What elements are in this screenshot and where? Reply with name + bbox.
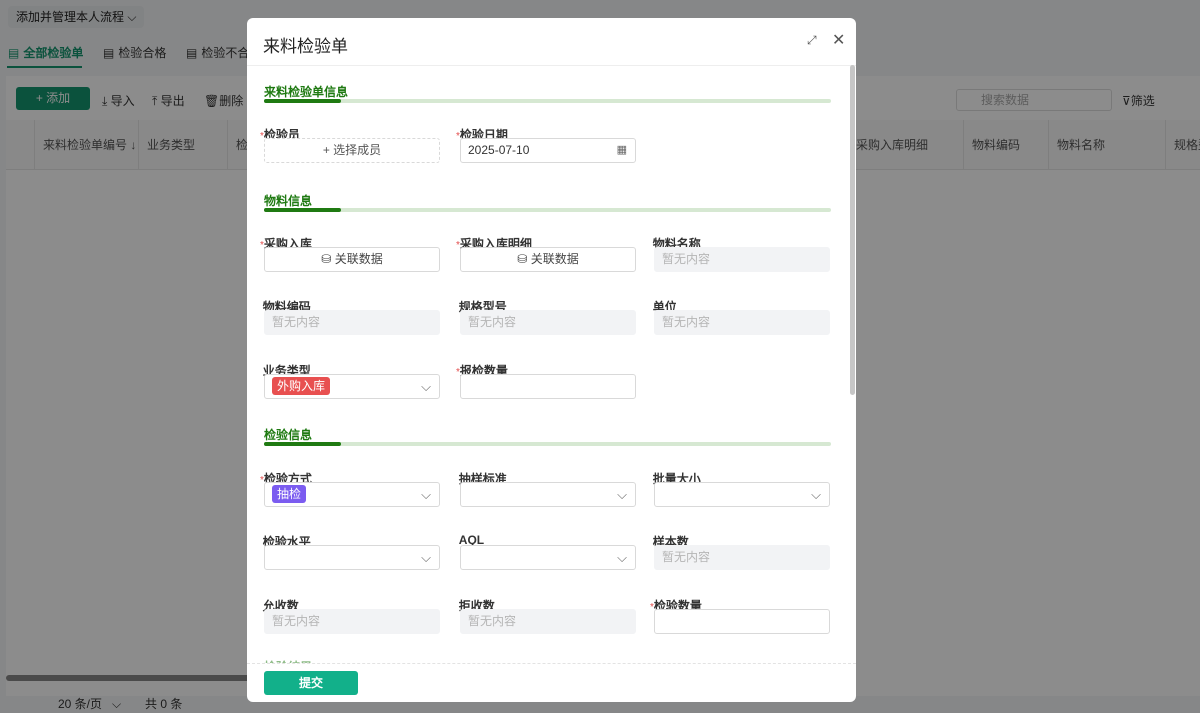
inspect-qty-field[interactable] xyxy=(654,609,830,634)
chevron-down-icon: ⌵ xyxy=(421,487,431,502)
chevron-down-icon: ⌵ xyxy=(811,487,821,502)
material-name-field: 暂无内容 xyxy=(654,247,830,272)
chevron-down-icon: ⌵ xyxy=(421,379,431,394)
batch-size-field[interactable]: ⌵ xyxy=(654,482,830,507)
report-qty-field[interactable] xyxy=(460,374,636,399)
incoming-inspection-modal: 来料检验单 ⤢ ✕ 来料检验单信息 *检验员 + 选择成员 *检验日期 2025-07-… xyxy=(247,18,856,702)
date-field[interactable]: 2025-07-10 ▦ xyxy=(460,138,636,163)
section-title: 检验信息 xyxy=(264,428,313,442)
selected-tag: 抽检 xyxy=(272,485,307,503)
chevron-down-icon: ⌵ xyxy=(421,550,431,565)
aql-field[interactable]: ⌵ xyxy=(460,545,636,570)
sampling-std-field[interactable]: ⌵ xyxy=(460,482,636,507)
reject-field: 暂无内容 xyxy=(460,609,636,634)
calendar-icon: ▦ xyxy=(616,144,627,156)
accept-field: 暂无内容 xyxy=(264,609,440,634)
expand-icon[interactable]: ⤢ xyxy=(807,33,817,48)
close-icon[interactable]: ✕ xyxy=(832,30,845,50)
link-icon: ⛁ xyxy=(517,252,528,266)
section-divider xyxy=(264,99,831,103)
link-icon: ⛁ xyxy=(321,252,332,266)
modal-title: 来料检验单 xyxy=(263,37,348,56)
unit-field: 暂无内容 xyxy=(654,310,830,335)
inspector-field[interactable]: + 选择成员 xyxy=(264,138,440,163)
vertical-scrollbar[interactable] xyxy=(850,65,855,395)
purchase-in-detail-field[interactable]: ⛁ 关联数据 xyxy=(460,247,636,272)
submit-button[interactable]: 提交 xyxy=(264,671,358,695)
section-title: 物料信息 xyxy=(264,194,313,208)
spec-field: 暂无内容 xyxy=(460,310,636,335)
section-divider xyxy=(264,442,831,446)
level-field[interactable]: ⌵ xyxy=(264,545,440,570)
chevron-down-icon: ⌵ xyxy=(617,487,627,502)
material-code-field: 暂无内容 xyxy=(264,310,440,335)
method-field[interactable]: 抽检 ⌵ xyxy=(264,482,440,507)
purchase-in-field[interactable]: ⛁ 关联数据 xyxy=(264,247,440,272)
biz-type-field[interactable]: 外购入库 ⌵ xyxy=(264,374,440,399)
section-divider xyxy=(264,208,831,212)
chevron-down-icon: ⌵ xyxy=(617,550,627,565)
sample-count-field: 暂无内容 xyxy=(654,545,830,570)
header-divider xyxy=(247,65,856,66)
selected-tag: 外购入库 xyxy=(272,377,331,395)
section-title: 来料检验单信息 xyxy=(264,85,349,99)
